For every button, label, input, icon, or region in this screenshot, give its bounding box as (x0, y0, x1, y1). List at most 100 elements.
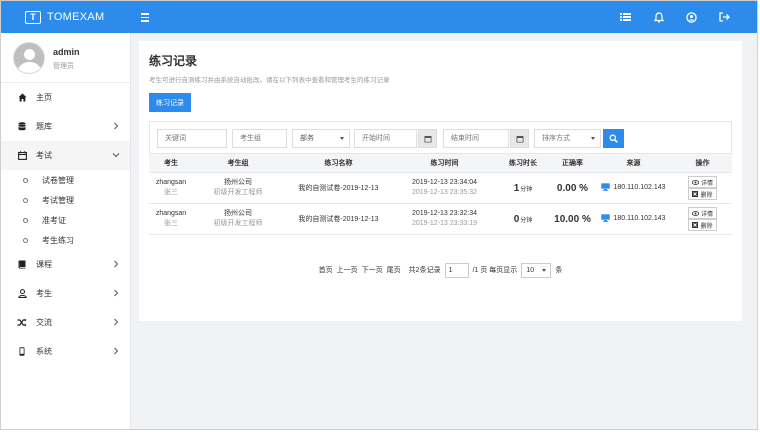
sidebar-item-label: 课程 (36, 260, 52, 269)
delete-button[interactable]: 删除 (688, 188, 717, 200)
duration-unit: 分钟 (520, 186, 533, 193)
total-records: 共2条记录 (408, 267, 441, 274)
desktop-icon (601, 183, 611, 191)
caret-down-icon (591, 137, 595, 140)
group-position: 初级开发工程师 (213, 220, 263, 227)
delete-button[interactable]: 删除 (688, 219, 717, 231)
user-icon (17, 289, 27, 299)
page-size-unit: 条 (555, 267, 563, 274)
main-panel: 练习记录 考生可进行自测练习并由系统自动批改。请在以下列表中查看和管理考生的练习… (139, 41, 742, 321)
sidebar-item-system[interactable]: 系统 (1, 337, 130, 366)
col-header: 练习名称 (283, 153, 394, 173)
start-time: 2019-12-13 23:32:34 (412, 210, 477, 217)
book-icon (17, 260, 27, 270)
search-button[interactable] (603, 129, 624, 148)
duration-value: 0 (513, 213, 520, 225)
caret-down-icon (340, 137, 344, 140)
sidebar-item-label: 题库 (36, 122, 52, 131)
detail-button[interactable]: 详情 (687, 176, 717, 188)
sidebar-subitem-exam-manage[interactable]: 考试管理 (1, 190, 130, 210)
duration-value: 1 (513, 182, 520, 194)
col-header: 考生 (149, 153, 193, 173)
sidebar-subitem-admission-ticket[interactable]: 准考证 (1, 210, 130, 230)
home-icon (17, 93, 27, 103)
pagination: 首页 上一页 下一页 尾页 共2条记录 /1 页 每页显示 10 条 (139, 262, 742, 278)
eye-icon (691, 210, 699, 216)
table-row: zhangsan 张三 扬州公司 初级开发工程师 我的自测试卷-2019-12-13… (149, 172, 732, 204)
chevron-down-icon (112, 153, 120, 158)
sidebar-item-communication[interactable]: 交流 (1, 308, 130, 337)
user-circle-icon[interactable] (685, 11, 698, 24)
sidebar-item-course[interactable]: 课程 (1, 250, 130, 279)
keyword-input[interactable] (157, 129, 227, 148)
sidebar-item-label: 主页 (36, 93, 52, 102)
detail-button[interactable]: 详情 (687, 207, 717, 219)
calendar-icon (516, 135, 523, 142)
menu-toggle-icon[interactable] (141, 11, 151, 23)
chevron-right-icon (114, 122, 119, 130)
sidebar-item-bank[interactable]: 题库 (1, 112, 130, 141)
col-header: 来源 (594, 153, 673, 173)
exam-submenu: 试卷管理 考试管理 准考证 考生练习 (1, 170, 130, 250)
bell-icon[interactable] (652, 11, 665, 24)
col-header: 练习时长 (495, 153, 551, 173)
examinee-username: zhangsan (155, 179, 187, 186)
table-header: 考生 考生组 练习名称 练习时间 练习时长 正确率 来源 操作 (149, 153, 732, 173)
brand-name: TOMEXAM (47, 11, 105, 23)
calendar-icon (424, 135, 431, 142)
col-header: 练习时间 (394, 153, 495, 173)
sidebar-item-exam[interactable]: 考试 (1, 141, 130, 170)
calendar-button[interactable] (418, 129, 437, 148)
page-count-label: /1 页 每页显示 (472, 267, 518, 274)
records-table: 考生 考生组 练习名称 练习时间 练习时长 正确率 来源 操作 zhangsan… (149, 153, 732, 235)
practice-name: 我的自测试卷-2019-12-13 (283, 172, 394, 204)
circle-icon (23, 197, 28, 203)
tab-practice-records[interactable]: 练习记录 (149, 93, 191, 112)
search-icon (609, 134, 618, 143)
chevron-right-icon (114, 260, 119, 268)
sidebar-item-label: 考生 (36, 289, 52, 298)
dept-select[interactable]: 部务 (292, 129, 350, 148)
page-size-select[interactable]: 10 (521, 262, 552, 278)
sidebar-item-examinee[interactable]: 考生 (1, 279, 130, 308)
calendar-button[interactable] (510, 129, 529, 148)
group-input[interactable] (232, 129, 287, 148)
end-time: 2019-12-13 23:35:32 (412, 189, 477, 196)
sidebar-subitem-practice[interactable]: 考生练习 (1, 230, 130, 250)
start-time: 2019-12-13 23:34:04 (412, 179, 477, 186)
accuracy-rate: 10.00 % (551, 203, 594, 235)
sidebar-item-label: 系统 (36, 347, 52, 356)
practice-name: 我的自测试卷-2019-12-13 (283, 203, 394, 235)
circle-icon (23, 237, 28, 243)
end-time-input[interactable] (443, 129, 509, 148)
page-number-input[interactable] (444, 262, 469, 278)
chevron-right-icon (114, 318, 119, 326)
last-page-link[interactable]: 尾页 (387, 265, 401, 275)
close-box-icon (692, 222, 699, 228)
prev-page-link[interactable]: 上一页 (337, 265, 358, 275)
sidebar-item-home[interactable]: 主页 (1, 83, 130, 112)
examinee-realname: 张三 (164, 220, 178, 227)
sidebar-item-label: 交流 (36, 318, 52, 327)
first-page-link[interactable]: 首页 (319, 265, 333, 275)
group-position: 初级开发工程师 (213, 189, 263, 196)
database-icon (17, 122, 27, 132)
desktop-icon (601, 214, 611, 222)
app-window: T TOMEXAM admin 管理员 主页 题库 考试 试卷管理 考试管理 准… (0, 0, 758, 430)
group-name: 扬州公司 (224, 179, 252, 186)
page-title: 练习记录 (149, 54, 198, 68)
accuracy-rate: 0.00 % (551, 172, 594, 204)
sidebar: admin 管理员 主页 题库 考试 试卷管理 考试管理 准考证 考生练习 课程 (1, 33, 131, 429)
circle-icon (23, 177, 28, 183)
page-description: 考生可进行自测练习并由系统自动批改。请在以下列表中查看和管理考生的练习记录 (149, 77, 390, 84)
source-ip: 180.110.102.143 (613, 214, 666, 222)
sidebar-subitem-paper-manage[interactable]: 试卷管理 (1, 170, 130, 190)
list-icon[interactable] (619, 11, 632, 24)
brand[interactable]: T TOMEXAM (1, 1, 131, 33)
source-ip: 180.110.102.143 (613, 183, 666, 191)
start-time-input[interactable] (354, 129, 417, 148)
next-page-link[interactable]: 下一页 (362, 265, 383, 275)
logout-icon[interactable] (718, 11, 731, 24)
close-box-icon (692, 191, 699, 197)
sort-select[interactable]: 排序方式 (534, 129, 601, 148)
